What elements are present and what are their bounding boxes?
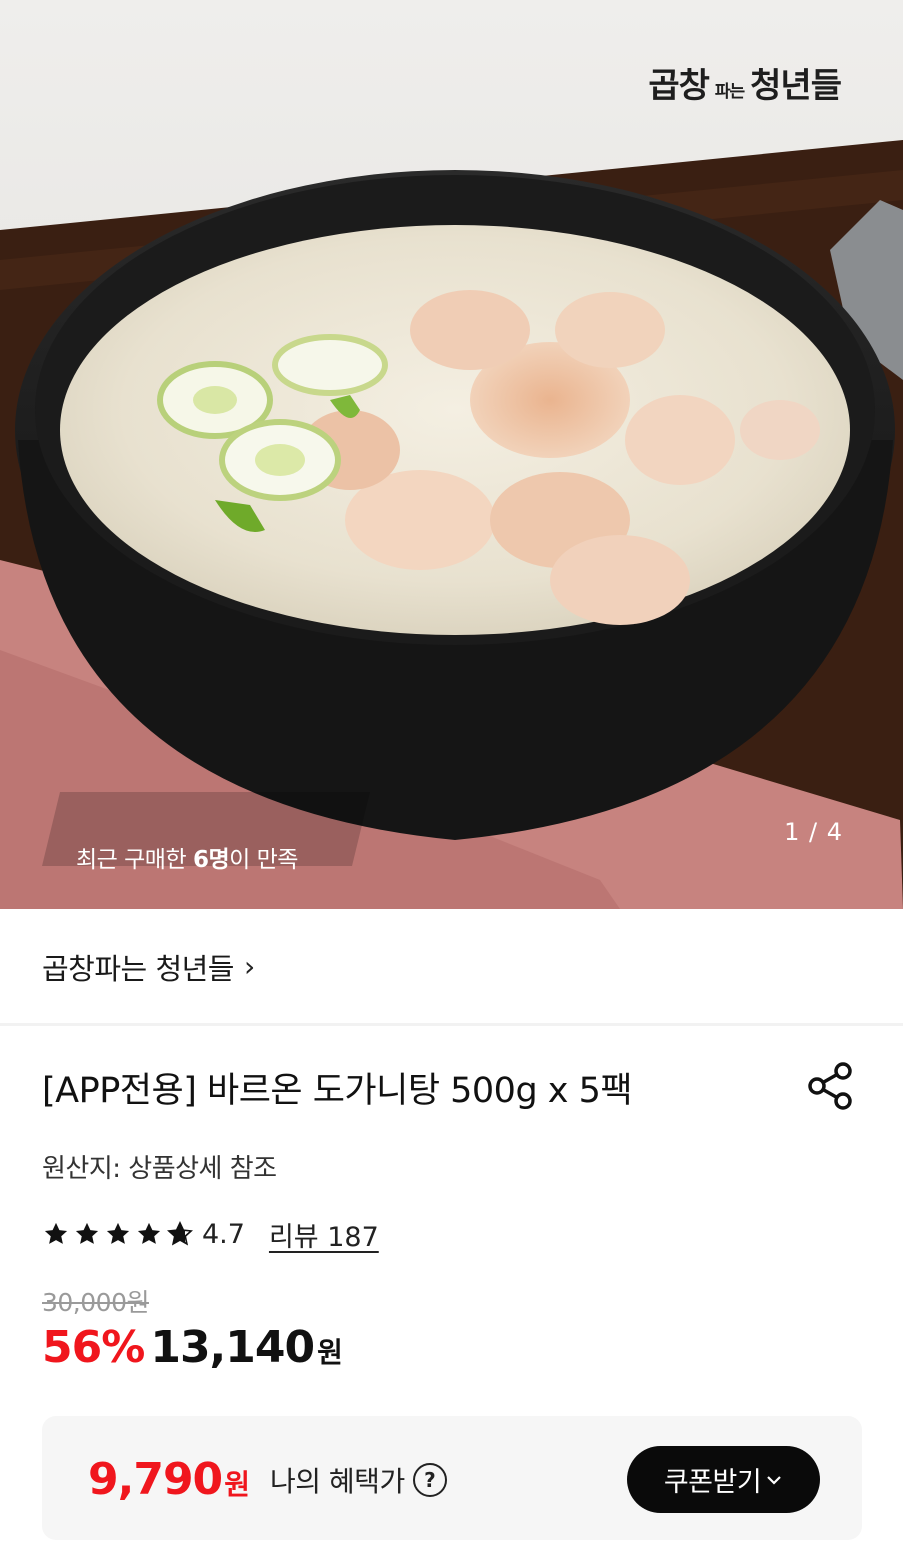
product-image-carousel[interactable]: 곱창 파는 청년들 최근 구매한 6명이 만족 1 / 4 [0,0,903,909]
star-half-icon [167,1220,193,1246]
rating-row: 4.7 리뷰 187 [42,1215,379,1254]
brand-store-link[interactable]: 곱창파는 청년들 › [42,946,255,988]
brand-logo-text-1: 곱창 [648,66,710,106]
help-icon[interactable]: ? [412,1463,447,1497]
section-divider [0,1023,903,1026]
chevron-down-icon [767,1475,781,1485]
price-row: 56% 13,140 원 [42,1322,343,1373]
product-title: [APP전용] 바르온 도가니탕 500g x 5팩 [42,1071,633,1111]
product-photo [0,0,903,909]
origin-info: 원산지: 상품상세 참조 [42,1154,277,1184]
get-coupon-label: 쿠폰받기 [663,1467,762,1497]
chevron-right-icon: › [243,949,255,983]
rating-stars [42,1220,194,1248]
star-icon [137,1222,161,1244]
star-icon [75,1222,99,1244]
benefit-price-currency: 원 [224,1468,250,1501]
benefit-price: 9,790 원 [88,1454,250,1505]
star-icon [106,1222,130,1244]
original-price: 30,000원 [42,1288,149,1317]
my-benefit-price-box: 9,790 원 나의 혜택가 ? 쿠폰받기 [42,1416,862,1540]
carousel-page-counter: 1 / 4 [784,818,843,846]
discount-rate: 56% [42,1322,145,1373]
benefit-label-text: 나의 혜택가 [270,1465,405,1498]
brand-logo-text-3: 청년들 [750,66,842,106]
sale-price-currency: 원 [317,1336,343,1369]
brand-logo-text-2: 파는 [714,82,745,102]
rating-value: 4.7 [202,1218,245,1250]
share-icon [808,1062,852,1110]
get-coupon-button[interactable]: 쿠폰받기 [627,1446,820,1513]
promo-count: 6명 [192,847,230,873]
brand-name: 곱창파는 청년들 [42,952,234,986]
recent-buyer-satisfaction: 최근 구매한 6명이 만족 [76,840,298,874]
benefit-price-value: 9,790 [88,1454,223,1505]
promo-suffix: 이 만족 [229,847,298,873]
benefit-label: 나의 혜택가 ? [270,1460,447,1500]
review-count-link[interactable]: 리뷰 187 [269,1215,379,1254]
share-button[interactable] [805,1060,857,1112]
star-icon [44,1222,68,1244]
sale-price: 13,140 [150,1322,315,1373]
promo-prefix: 최근 구매한 [76,847,193,873]
brand-logo: 곱창 파는 청년들 [648,58,842,107]
